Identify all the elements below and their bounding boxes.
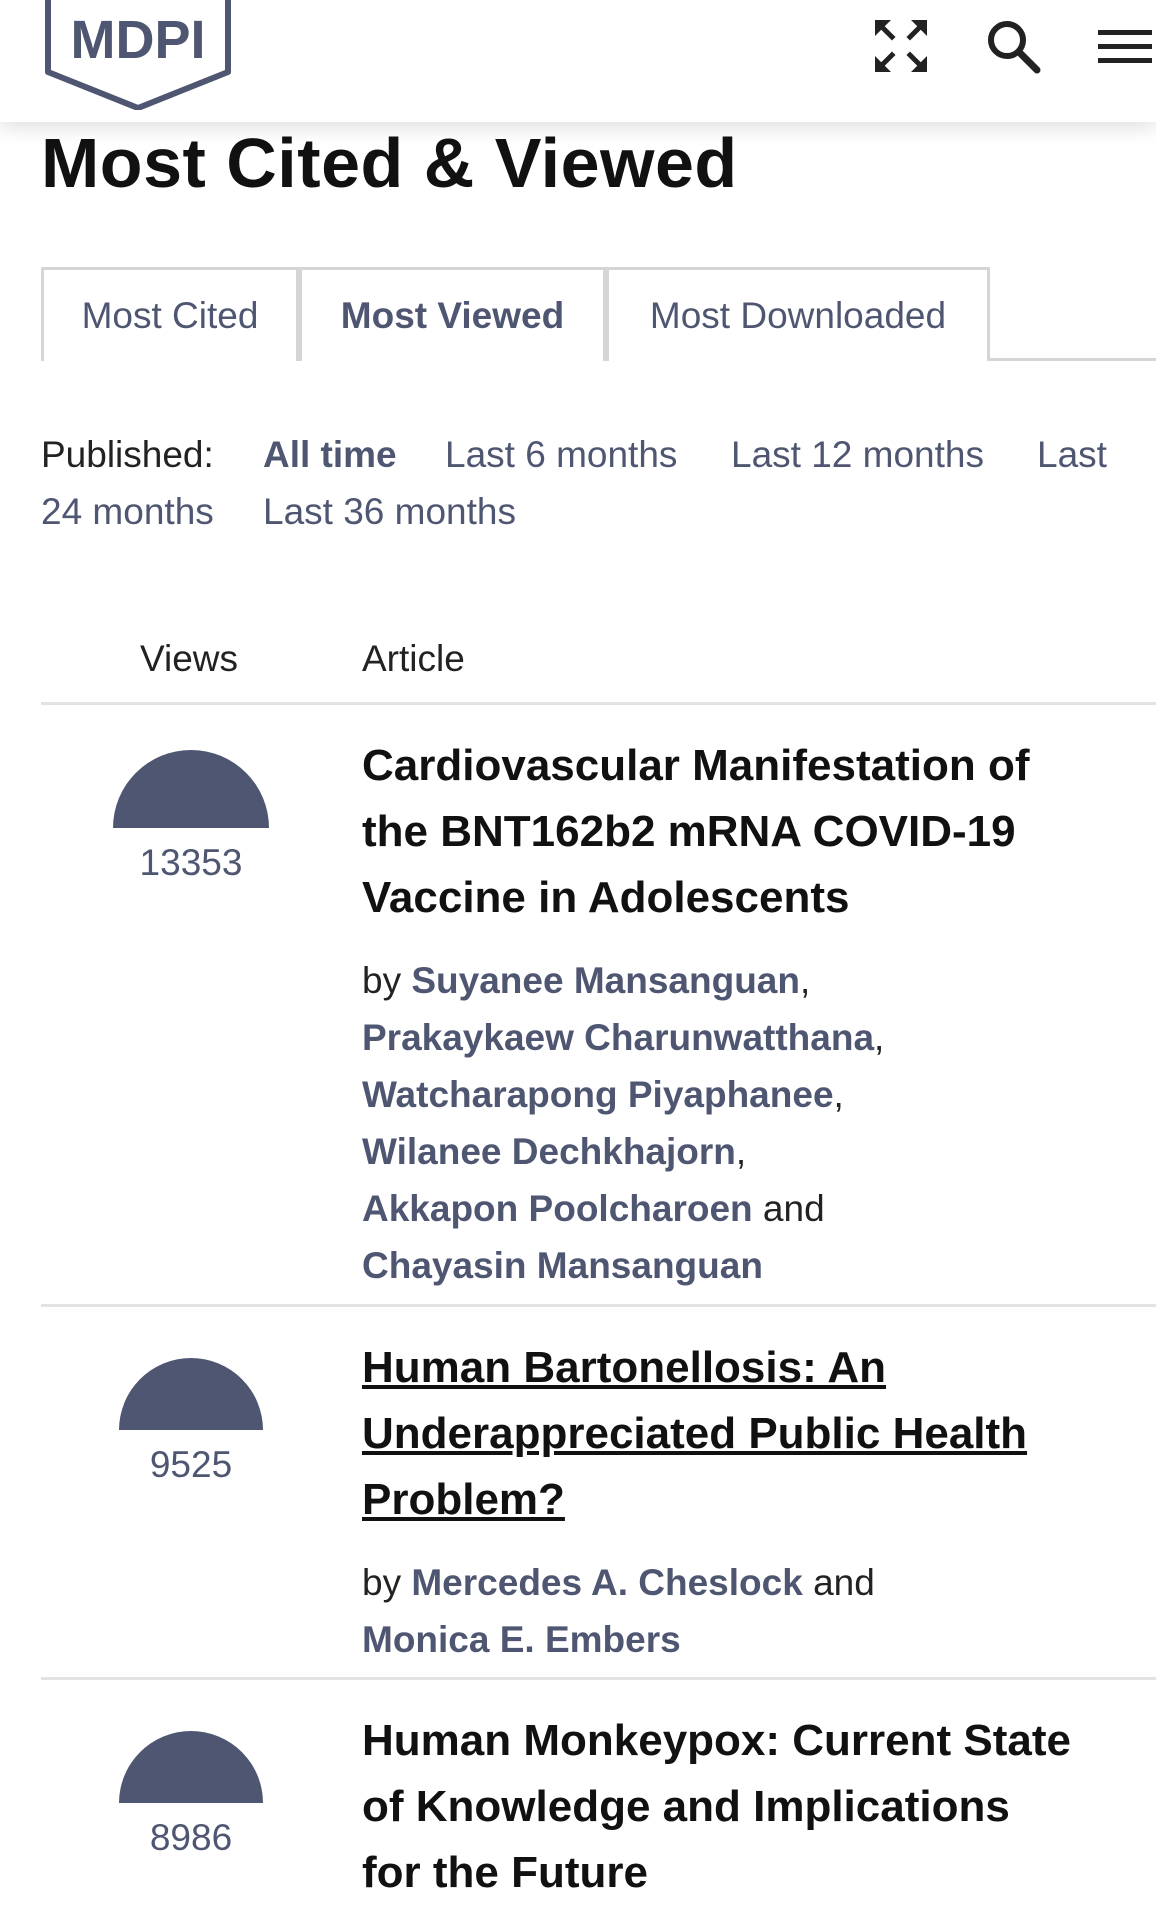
article-title[interactable]: Cardiovascular Manifestation of the BNT1… bbox=[362, 733, 1142, 931]
filter-last-24-months-part2[interactable]: 24 months bbox=[41, 483, 214, 540]
views-cell: 8986 bbox=[100, 1731, 282, 1859]
row-divider bbox=[41, 1677, 1156, 1680]
title-line: Underappreciated Public Health bbox=[362, 1409, 1028, 1458]
filter-last-24-months-part1[interactable]: Last bbox=[1037, 426, 1107, 483]
title-line: Human Bartonellosis: An bbox=[362, 1343, 886, 1392]
author-list: by Mercedes A. Cheslock and Monica E. Em… bbox=[362, 1554, 1142, 1668]
and-label: and bbox=[813, 1562, 875, 1603]
tab-most-downloaded[interactable]: Most Downloaded bbox=[606, 267, 990, 361]
author-link[interactable]: Chayasin Mansanguan bbox=[362, 1245, 763, 1286]
views-gauge bbox=[119, 1731, 263, 1803]
author-link[interactable]: Suyanee Mansanguan bbox=[411, 960, 800, 1001]
top-bar: MDPI bbox=[0, 0, 1156, 122]
and-label: and bbox=[762, 1188, 825, 1229]
title-line: for the Future bbox=[362, 1848, 648, 1897]
author-link[interactable]: Mercedes A. Cheslock bbox=[411, 1562, 802, 1603]
view-count: 8986 bbox=[149, 1817, 233, 1858]
filter-last-6-months[interactable]: Last 6 months bbox=[445, 426, 677, 483]
author-link[interactable]: Akkapon Poolcharoen bbox=[362, 1188, 753, 1229]
view-count: 13353 bbox=[139, 842, 243, 883]
title-line: of Knowledge and Implications bbox=[362, 1782, 1010, 1831]
views-cell: 9525 bbox=[100, 1358, 282, 1486]
filter-last-36-months[interactable]: Last 36 months bbox=[263, 483, 516, 540]
menu-icon[interactable] bbox=[1092, 14, 1156, 78]
title-line: Vaccine in Adolescents bbox=[362, 873, 850, 922]
column-header-views: Views bbox=[140, 638, 239, 679]
author-link[interactable]: Watcharapong Piyaphanee bbox=[362, 1074, 834, 1115]
title-line: Human Monkeypox: Current State bbox=[362, 1716, 1071, 1765]
header-divider bbox=[41, 702, 1156, 705]
article-title[interactable]: Human Monkeypox: Current State of Knowle… bbox=[362, 1708, 1142, 1906]
views-cell: 13353 bbox=[100, 750, 282, 884]
tab-most-viewed[interactable]: Most Viewed bbox=[299, 267, 606, 361]
title-line: the BNT162b2 mRNA COVID-19 bbox=[362, 807, 1016, 856]
mdpi-logo[interactable]: MDPI bbox=[40, 0, 236, 111]
tab-most-cited[interactable]: Most Cited bbox=[41, 267, 299, 361]
filter-last-12-months[interactable]: Last 12 months bbox=[731, 426, 984, 483]
view-count: 9525 bbox=[149, 1444, 233, 1485]
by-label: by bbox=[362, 960, 402, 1001]
column-header-article: Article bbox=[362, 638, 465, 679]
author-link[interactable]: Monica E. Embers bbox=[362, 1619, 681, 1660]
page-title: Most Cited & Viewed bbox=[41, 124, 738, 202]
title-line: Cardiovascular Manifestation of bbox=[362, 741, 1030, 790]
search-icon[interactable] bbox=[981, 14, 1045, 78]
by-label: by bbox=[362, 1562, 402, 1603]
logo-text: MDPI bbox=[71, 10, 206, 70]
views-gauge bbox=[119, 1358, 263, 1430]
author-link[interactable]: Prakaykaew Charunwatthana bbox=[362, 1017, 874, 1058]
article-title[interactable]: Human Bartonellosis: An Underappreciated… bbox=[362, 1335, 1142, 1533]
title-line: Problem? bbox=[362, 1475, 565, 1524]
author-link[interactable]: Wilanee Dechkhajorn bbox=[362, 1131, 736, 1172]
author-list: by Suyanee Mansanguan, Prakaykaew Charun… bbox=[362, 960, 885, 1286]
row-divider bbox=[41, 1304, 1156, 1307]
filter-all-time[interactable]: All time bbox=[263, 426, 397, 483]
tab-bar: Most Cited Most Viewed Most Downloaded bbox=[41, 267, 1156, 361]
filter-label: Published: bbox=[41, 434, 214, 475]
views-gauge bbox=[113, 750, 269, 828]
expand-icon[interactable] bbox=[869, 14, 933, 78]
